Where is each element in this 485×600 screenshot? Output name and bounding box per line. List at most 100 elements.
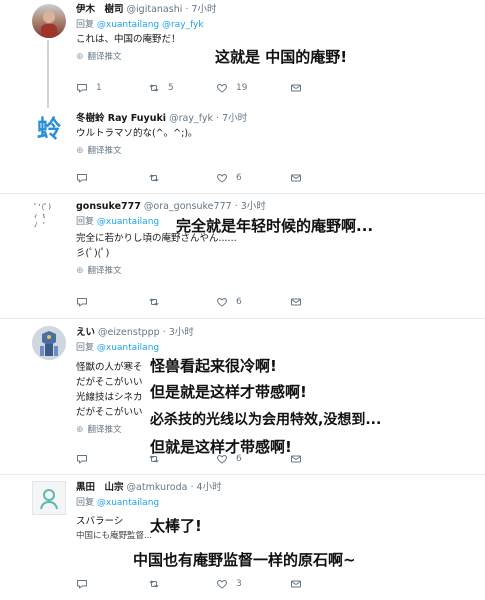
timestamp[interactable]: · 3小时 — [235, 201, 266, 212]
reply-mentions[interactable]: @xuantailang — [97, 217, 159, 227]
like-count: 3 — [236, 579, 242, 589]
tweet-2[interactable]: 蛉 冬樹蛉 Ray Fuyuki @ray_fyk · 7小时 ウルトラマソ的な… — [0, 108, 485, 193]
retweet-count: 5 — [168, 83, 174, 93]
avatar[interactable]: ﾟ'(ﾟ) ｨ ι ﾉ ' — [32, 200, 66, 234]
avatar[interactable] — [32, 4, 66, 38]
caption-overlay-1: 这就是 中国的庵野! — [215, 48, 348, 66]
retweet-button[interactable] — [148, 296, 160, 308]
reply-prefix: 回复 — [76, 498, 95, 508]
tweet-3[interactable]: ﾟ'(ﾟ) ｨ ι ﾉ ' gonsuke777 @ora_gonsuke777… — [0, 194, 485, 318]
envelope-icon — [290, 82, 302, 94]
reply-button[interactable] — [76, 578, 88, 590]
reply-mentions[interactable]: @xuantailang @ray_fyk — [97, 20, 204, 30]
tweet-header: えい @eizenstppp · 3小时 — [76, 326, 477, 340]
translate-link[interactable]: ⊕ 翻译推文 — [76, 144, 477, 158]
tweet-actions: 6 — [76, 172, 376, 186]
tweet-text: ウルトラマソ的な(^。^;)。 — [76, 126, 477, 141]
avatar[interactable] — [32, 481, 66, 515]
like-count: 6 — [236, 297, 242, 307]
envelope-icon — [290, 578, 302, 590]
dm-button[interactable] — [290, 172, 302, 184]
reply-context: 回复 @xuantailang — [76, 341, 477, 355]
user-handle[interactable]: @eizenstppp — [98, 327, 160, 338]
avatar-kanji: 蛉 — [37, 115, 61, 143]
thread-connector — [47, 40, 49, 112]
retweet-icon — [148, 82, 160, 94]
reply-button[interactable] — [76, 296, 88, 308]
display-name[interactable]: 黒田 山宗 — [76, 482, 124, 493]
user-handle[interactable]: @ray_fyk — [169, 113, 213, 124]
tweet-text: これは、中国の庵野だ！ — [76, 32, 477, 47]
translate-label: 翻译推文 — [87, 425, 122, 435]
retweet-button[interactable] — [148, 578, 160, 590]
like-count: 19 — [236, 83, 248, 93]
reply-icon — [76, 296, 88, 308]
like-button[interactable]: 3 — [216, 578, 242, 590]
reply-mentions[interactable]: @xuantailang — [97, 498, 159, 508]
robot-figure-icon — [32, 326, 66, 360]
reply-prefix: 回复 — [76, 217, 95, 227]
tweet-line: スバラーシ — [76, 516, 124, 527]
caption-overlay-4: 但是就是这样才带感啊! — [150, 383, 307, 401]
retweet-icon — [148, 172, 160, 184]
avatar[interactable] — [32, 326, 66, 360]
tweet-line: 中国にも庵野監督... — [76, 531, 153, 541]
dm-button[interactable] — [290, 296, 302, 308]
dm-button[interactable] — [290, 82, 302, 94]
globe-icon: ⊕ — [76, 52, 84, 62]
tweet-header: 冬樹蛉 Ray Fuyuki @ray_fyk · 7小时 — [76, 112, 477, 126]
reply-prefix: 回复 — [76, 20, 95, 30]
retweet-icon — [148, 296, 160, 308]
translate-label: 翻译推文 — [87, 52, 122, 62]
display-name[interactable]: 伊木 樹司 — [76, 4, 124, 15]
reply-mentions[interactable]: @xuantailang — [97, 343, 159, 353]
like-button[interactable]: 6 — [216, 296, 242, 308]
globe-icon: ⊕ — [76, 146, 84, 156]
user-handle[interactable]: @atmkuroda — [127, 482, 188, 493]
display-name[interactable]: えい — [76, 327, 95, 338]
tweet-actions: 3 — [76, 578, 376, 592]
tweet-line: 彡(ﾟ)(ﾟ) — [76, 248, 110, 259]
timestamp[interactable]: · 7小时 — [185, 4, 216, 15]
timestamp[interactable]: · 7小时 — [216, 113, 247, 124]
like-button[interactable]: 6 — [216, 172, 242, 184]
reply-count: 1 — [96, 83, 102, 93]
globe-icon: ⊕ — [76, 425, 84, 435]
reply-context: 回复 @xuantailang — [76, 496, 477, 510]
caption-overlay-7: 太棒了! — [150, 517, 202, 535]
translate-label: 翻译推文 — [87, 266, 122, 276]
user-handle[interactable]: @ora_gonsuke777 — [144, 201, 232, 212]
retweet-button[interactable] — [148, 172, 160, 184]
tweet-line: ウルトラマソ的な(^。^;)。 — [76, 128, 198, 139]
retweet-button[interactable]: 5 — [148, 82, 174, 94]
display-name[interactable]: gonsuke777 — [76, 201, 141, 212]
reply-icon — [76, 453, 88, 465]
translate-link[interactable]: ⊕ 翻译推文 — [76, 264, 477, 278]
avatar[interactable]: 蛉 — [32, 112, 66, 146]
dm-button[interactable] — [290, 578, 302, 590]
tweet-5[interactable]: 黒田 山宗 @atmkuroda · 4小时 回复 @xuantailang ス… — [0, 475, 485, 600]
reply-button[interactable] — [76, 172, 88, 184]
display-name[interactable]: 冬樹蛉 Ray Fuyuki — [76, 113, 166, 124]
reply-context: 回复 @xuantailang @ray_fyk — [76, 18, 477, 32]
ascii-art-icon: ﾟ'(ﾟ) ｨ ι ﾉ ' — [34, 203, 52, 229]
reply-button[interactable]: 1 — [76, 82, 102, 94]
reply-icon — [76, 82, 88, 94]
reply-button[interactable] — [76, 453, 88, 465]
envelope-icon — [290, 172, 302, 184]
user-handle[interactable]: @igitanashi — [127, 4, 183, 15]
tweet-actions: 6 — [76, 296, 376, 310]
globe-icon: ⊕ — [76, 266, 84, 276]
like-count: 6 — [236, 173, 242, 183]
tweet-text: スバラーシ 中国にも庵野監督... — [76, 514, 477, 544]
envelope-icon — [290, 296, 302, 308]
timestamp[interactable]: · 4小时 — [190, 482, 221, 493]
like-button[interactable]: 19 — [216, 82, 247, 94]
svg-text:ﾉ ': ﾉ ' — [34, 221, 46, 229]
tweet-line: これは、中国の庵野だ！ — [76, 34, 181, 45]
default-profile-icon — [40, 489, 58, 510]
svg-text:ﾟ'(ﾟ): ﾟ'(ﾟ) — [34, 203, 52, 211]
caption-overlay-8: 中国也有庵野监督一样的原石啊~ — [133, 551, 356, 569]
caption-overlay-6: 但就是这样才带感啊! — [150, 438, 292, 456]
timestamp[interactable]: · 3小时 — [163, 327, 194, 338]
